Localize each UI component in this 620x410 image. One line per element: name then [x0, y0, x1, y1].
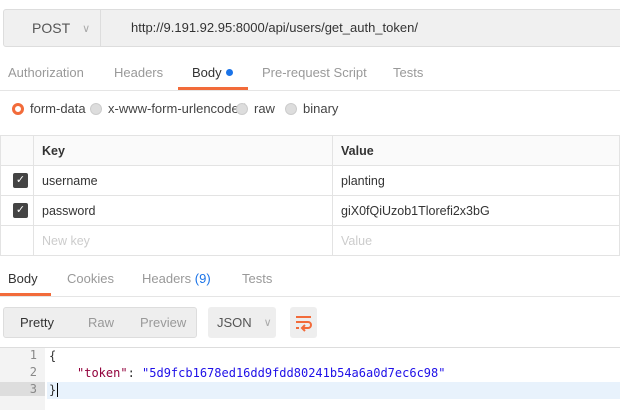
method-label: POST: [32, 20, 71, 36]
tab-label: Headers: [142, 271, 192, 286]
pretty-button[interactable]: Pretty: [20, 315, 54, 330]
value-cell[interactable]: giX0fQiUzob1Tlorefi2x3bG: [332, 195, 620, 226]
table-header: Key Value: [0, 135, 620, 166]
tab-body[interactable]: Body: [192, 65, 233, 80]
tab-authorization[interactable]: Authorization: [8, 65, 84, 80]
radio-form-data[interactable]: form-data: [12, 101, 86, 116]
json-value: "5d9fcb1678ed16dd9fdd80241b54a6a0d7ec6c9…: [142, 366, 446, 380]
table-row: ✓ username planting: [0, 165, 620, 196]
radio-raw[interactable]: raw: [236, 101, 275, 116]
preview-button[interactable]: Preview: [140, 315, 186, 330]
radio-label: binary: [303, 101, 339, 116]
wrap-lines-button[interactable]: [290, 307, 317, 338]
tab-tests[interactable]: Tests: [393, 65, 423, 80]
checkbox[interactable]: ✓: [13, 173, 28, 188]
response-tab-tests[interactable]: Tests: [242, 271, 272, 286]
value-cell[interactable]: planting: [332, 165, 620, 196]
radio-binary[interactable]: binary: [285, 101, 338, 116]
checkbox[interactable]: ✓: [13, 203, 28, 218]
format-select[interactable]: JSON ∨: [208, 307, 276, 338]
text-cursor: [57, 383, 59, 397]
divider: [0, 296, 620, 297]
line-number: 3: [0, 382, 45, 396]
modified-dot-icon: [225, 69, 233, 76]
url-input[interactable]: http://9.191.92.95:8000/api/users/get_au…: [131, 20, 418, 35]
method-select[interactable]: POST ∨: [4, 10, 101, 46]
raw-button[interactable]: Raw: [88, 315, 114, 330]
line-gutter: 1 2 3: [0, 348, 45, 410]
line-number: 1: [29, 348, 37, 362]
chevron-down-icon: ∨: [82, 22, 91, 35]
brace: }: [49, 383, 57, 397]
json-key: "token": [77, 366, 128, 380]
new-key-input[interactable]: New key: [33, 225, 333, 256]
request-bar: POST ∨ http://9.191.92.95:8000/api/users/…: [3, 9, 620, 47]
key-cell[interactable]: username: [33, 165, 333, 196]
format-label: JSON: [217, 315, 252, 330]
code-line: "token": "5d9fcb1678ed16dd9fdd80241b54a6…: [47, 365, 620, 382]
table-row-new: New key Value: [0, 225, 620, 256]
code-line: {: [47, 348, 620, 365]
key-cell[interactable]: password: [33, 195, 333, 226]
chevron-down-icon: ∨: [263, 317, 272, 329]
response-tab-cookies[interactable]: Cookies: [67, 271, 114, 286]
column-value: Value: [332, 135, 620, 166]
tab-body-label: Body: [192, 65, 222, 80]
response-code-editor[interactable]: 1 2 3 { "token": "5d9fcb1678ed16dd9fdd80…: [0, 347, 620, 410]
radio-icon: [285, 102, 297, 115]
view-mode-group: Pretty Raw Preview: [3, 307, 197, 338]
tab-pre-request-script[interactable]: Pre-request Script: [262, 65, 367, 80]
response-tab-headers[interactable]: Headers (9): [142, 271, 211, 286]
code-line-active: }: [47, 382, 620, 399]
line-number: 2: [29, 365, 37, 379]
radio-x-www-form-urlencoded[interactable]: x-www-form-urlencoded: [90, 101, 246, 116]
radio-icon: [236, 102, 248, 115]
radio-label: form-data: [30, 101, 86, 116]
new-value-input[interactable]: Value: [332, 225, 620, 256]
radio-label: raw: [254, 101, 275, 116]
divider: [0, 90, 620, 91]
radio-selected-icon: [12, 102, 24, 115]
table-row: ✓ password giX0fQiUzob1Tlorefi2x3bG: [0, 195, 620, 226]
tab-headers[interactable]: Headers: [114, 65, 163, 80]
response-tab-body[interactable]: Body: [8, 271, 38, 286]
colon: :: [127, 366, 143, 380]
column-key: Key: [33, 135, 333, 166]
brace: {: [49, 349, 57, 363]
wrap-icon: [296, 316, 312, 332]
radio-label: x-www-form-urlencoded: [108, 101, 246, 116]
headers-count-badge: (9): [194, 271, 211, 286]
radio-icon: [90, 102, 102, 115]
form-data-table: Key Value ✓ username planting ✓ password giX0…: [0, 135, 620, 256]
